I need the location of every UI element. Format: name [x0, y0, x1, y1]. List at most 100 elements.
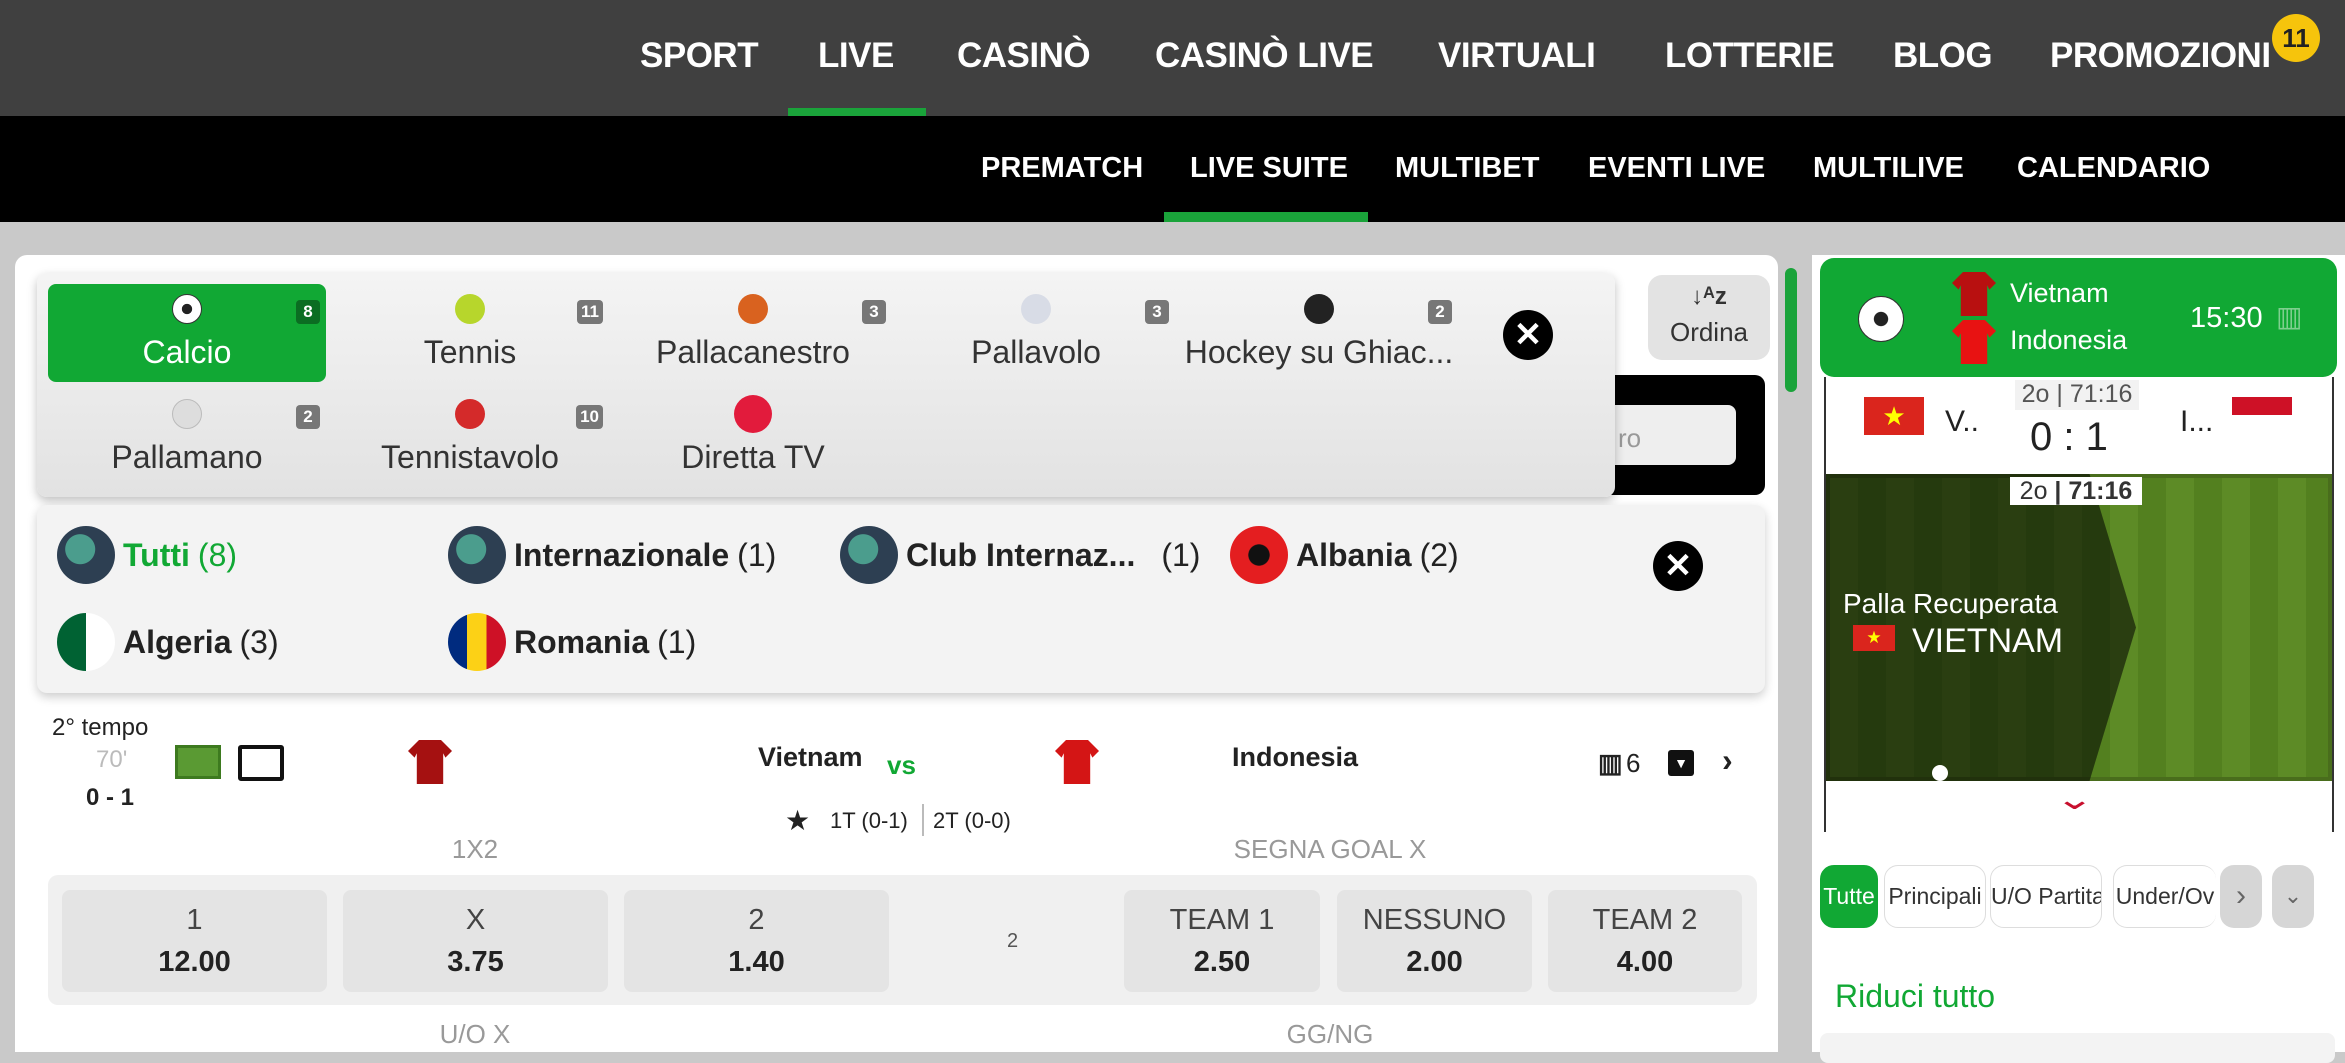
sport-label: Hockey su Ghiac... [1184, 334, 1454, 370]
sport-tennistavolo[interactable]: Tennistavolo 10 [331, 389, 609, 487]
sports-menu: Calcio 8 Tennis 11 Pallacanestro 3 Pallavol… [37, 273, 1615, 497]
hockey-puck-icon [1304, 294, 1334, 324]
close-icon: ✕ [1663, 547, 1693, 585]
search-input[interactable]: ro [1610, 405, 1736, 465]
close-icon: ✕ [1513, 316, 1543, 354]
divider [922, 804, 924, 836]
sport-pallacanestro[interactable]: Pallacanestro 3 [614, 284, 892, 382]
nav-lotterie[interactable]: LOTTERIE [1665, 36, 1835, 76]
chevron-right-icon[interactable]: › [1722, 742, 1733, 779]
clock: 71:16 [2069, 380, 2133, 408]
nav-sport[interactable]: SPORT [640, 36, 759, 76]
sport-diretta-tv[interactable]: Diretta TV [614, 389, 892, 487]
odd-label: TEAM 2 [1592, 904, 1698, 936]
tv-icon[interactable] [238, 745, 284, 781]
event-team: VIETNAM [1912, 622, 2064, 660]
sport-label: Pallamano [111, 439, 263, 475]
nav-casino-live[interactable]: CASINÒ LIVE [1155, 36, 1374, 76]
match-time: 15:30 [2190, 302, 2263, 334]
sport-calcio[interactable]: Calcio 8 [48, 284, 326, 382]
sport-label: Pallacanestro [656, 334, 850, 370]
market-section [1820, 1033, 2335, 1063]
tabs-scroll-right[interactable]: › [2220, 865, 2262, 928]
tab-uo-partita[interactable]: U/O Partita [1990, 865, 2102, 928]
odd-button-team1[interactable]: TEAM 1 2.50 [1124, 890, 1320, 992]
albania-flag-icon [1230, 526, 1288, 584]
sport-pallamano[interactable]: Pallamano 2 [48, 389, 326, 487]
match-header[interactable]: Vietnam Indonesia 15:30 ▥ [1820, 258, 2337, 377]
sort-button[interactable]: ↓ᴬz Ordina [1648, 275, 1770, 360]
odd-label: 2 [748, 904, 765, 936]
odd-button-team2[interactable]: TEAM 2 4.00 [1548, 890, 1742, 992]
country-algeria[interactable]: Algeria (3) [57, 613, 279, 671]
subnav-live-suite[interactable]: LIVE SUITE [1190, 152, 1348, 185]
globe-icon [57, 526, 115, 584]
away-team: Indonesia [2010, 325, 2128, 355]
odd-button-x[interactable]: X 3.75 [343, 890, 608, 992]
stats-icon[interactable]: ▥ [1598, 748, 1623, 779]
vietnam-flag-icon: ★ [1853, 625, 1895, 651]
live-tv-icon [734, 395, 772, 433]
country-club-internazionale[interactable]: Club Internaz... (1) [840, 526, 1200, 584]
soccer-ball-icon [1858, 296, 1904, 342]
home-team: Vietnam [2010, 278, 2109, 308]
stats-icon[interactable]: ▥ [2276, 300, 2302, 333]
scrollbar[interactable] [1785, 268, 1797, 392]
event-text: Palla Recuperata [1843, 588, 2058, 619]
odd-value: 2.00 [1406, 946, 1463, 978]
tab-under-over[interactable]: Under/Ov [2113, 865, 2216, 928]
nav-blog[interactable]: BLOG [1893, 36, 1993, 76]
handball-icon [172, 399, 202, 429]
subnav-prematch[interactable]: PREMATCH [981, 152, 1143, 185]
tabs-expand-icon[interactable]: ⌄ [2272, 865, 2314, 928]
country-name: Internazionale [514, 536, 730, 573]
chevron-down-icon[interactable]: ⌄ [2054, 782, 2094, 817]
odd-button-1[interactable]: 1 12.00 [62, 890, 327, 992]
sub-nav-bar [0, 116, 2345, 222]
countries-menu: Tutti (8) Internazionale (1) Club Internaz… [37, 505, 1765, 693]
sport-count: 3 [1145, 300, 1169, 324]
tab-principali[interactable]: Principali [1884, 865, 1986, 928]
active-nav-indicator [788, 108, 926, 116]
nav-live[interactable]: LIVE [818, 36, 894, 76]
sport-tennis[interactable]: Tennis 11 [331, 284, 609, 382]
away-short: I... [2180, 405, 2214, 438]
odd-value: 12.00 [158, 946, 231, 978]
subnav-multilive[interactable]: MULTILIVE [1813, 152, 1964, 185]
tab-tutte[interactable]: Tutte [1820, 865, 1878, 928]
promo-badge: 11 [2272, 14, 2320, 62]
odd-button-2[interactable]: 2 1.40 [624, 890, 889, 992]
subnav-eventi-live[interactable]: EVENTI LIVE [1588, 152, 1765, 185]
odd-value: 2.50 [1193, 946, 1251, 978]
indonesia-flag-icon [2232, 397, 2292, 415]
pitch-icon[interactable] [175, 745, 221, 779]
close-countries-button[interactable]: ✕ [1653, 541, 1703, 591]
star-icon[interactable]: ★ [785, 804, 810, 837]
sport-hockey[interactable]: Hockey su Ghiac... 2 [1180, 284, 1458, 382]
sport-pallavolo[interactable]: Pallavolo 3 [897, 284, 1175, 382]
nav-promozioni[interactable]: PROMOZIONI [2050, 36, 2271, 76]
subnav-calendario[interactable]: CALENDARIO [2017, 152, 2210, 185]
subnav-multibet[interactable]: MULTIBET [1395, 152, 1539, 185]
sport-count: 2 [1428, 300, 1452, 324]
sort-label: Ordina [1669, 317, 1749, 347]
nav-casino[interactable]: CASINÒ [957, 36, 1091, 76]
sport-label: Diretta TV [681, 439, 825, 475]
odd-label: X [465, 904, 486, 936]
dropdown-icon[interactable]: ▼ [1668, 750, 1694, 776]
nav-virtuali[interactable]: VIRTUALI [1438, 36, 1596, 76]
close-sports-button[interactable]: ✕ [1503, 310, 1553, 360]
country-romania[interactable]: Romania (1) [448, 613, 696, 671]
ball-position-marker [1932, 765, 1948, 781]
odd-button-nessuno[interactable]: NESSUNO 2.00 [1337, 890, 1532, 992]
country-name: Algeria [123, 623, 232, 660]
match-period: 2° tempo [52, 714, 149, 741]
stats-count: 6 [1626, 748, 1641, 778]
collapse-all-link[interactable]: Riduci tutto [1835, 978, 1995, 1015]
country-tutti[interactable]: Tutti (8) [57, 526, 237, 584]
vietnam-flag-icon: ★ [1864, 397, 1924, 435]
ping-pong-icon [455, 399, 485, 429]
country-internazionale[interactable]: Internazionale (1) [448, 526, 776, 584]
market-1x2-label: 1X2 [451, 834, 499, 864]
country-albania[interactable]: Albania (2) [1230, 526, 1459, 584]
